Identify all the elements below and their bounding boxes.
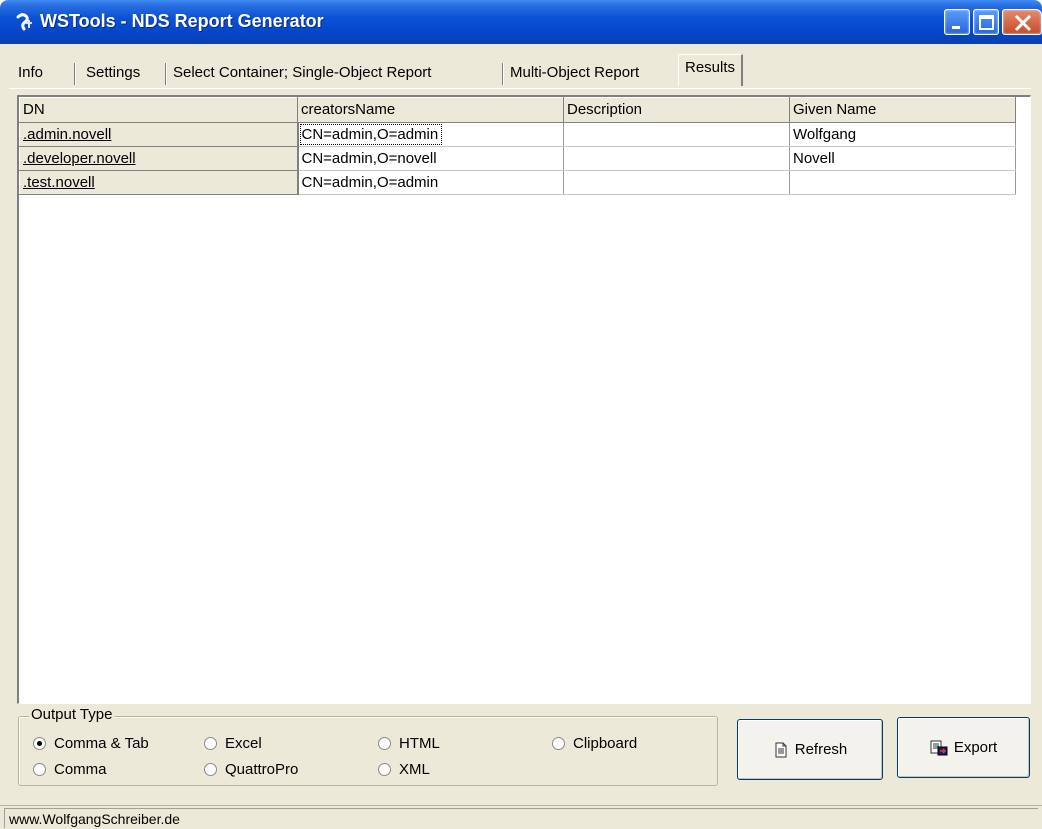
given-name-cell[interactable]: Novell <box>789 146 1016 171</box>
tab-info[interactable]: Info <box>12 58 49 88</box>
output-type-group: Output Type Comma & Tab Excel HTML Clipb… <box>18 706 718 786</box>
radio-comma-label: Comma <box>54 761 107 778</box>
tab-settings[interactable]: Settings <box>80 58 146 88</box>
column-header-given-name[interactable]: Given Name <box>789 97 1016 123</box>
creatorsname-value: CN=admin,O=admin <box>299 123 443 145</box>
radio-comma-tab-label: Comma & Tab <box>54 735 149 752</box>
column-header-dn[interactable]: DN <box>19 97 298 123</box>
export-label: Export <box>953 739 998 756</box>
output-type-label: Output Type <box>29 706 115 723</box>
radio-dot-icon <box>552 736 565 750</box>
radio-comma-tab[interactable]: Comma & Tab <box>33 734 149 754</box>
radio-dot-icon <box>33 762 46 776</box>
tab-select-container[interactable]: Select Container; Single-Object Report <box>167 58 437 88</box>
tab-select-container-label: Select Container; Single-Object Report <box>173 64 432 81</box>
close-button[interactable] <box>1002 9 1042 35</box>
status-bar: www.WolfgangSchreiber.de <box>0 805 1042 829</box>
title-bar[interactable]: WSTools - NDS Report Generator <box>0 0 1042 44</box>
radio-quattropro-label: QuattroPro <box>225 761 299 778</box>
description-cell[interactable] <box>563 122 790 147</box>
minimize-button[interactable] <box>944 9 970 35</box>
refresh-button[interactable]: Refresh <box>737 719 883 780</box>
radio-xml-label: XML <box>399 761 430 778</box>
radio-clipboard[interactable]: Clipboard <box>552 734 637 754</box>
maximize-icon <box>979 15 994 30</box>
radio-xml[interactable]: XML <box>378 760 430 780</box>
radio-dot-icon <box>204 736 217 750</box>
radio-excel[interactable]: Excel <box>204 734 262 754</box>
refresh-icon <box>775 742 787 757</box>
app-icon <box>16 13 32 31</box>
radio-html-label: HTML <box>399 735 440 752</box>
table-row[interactable]: .test.novell CN=admin,O=admin <box>19 170 1016 195</box>
results-table: DN creatorsName Description Given Name .… <box>19 97 1016 195</box>
tab-baseline <box>9 88 1031 89</box>
tab-info-label: Info <box>18 64 44 81</box>
tab-results[interactable]: Results <box>678 54 744 86</box>
radio-excel-label: Excel <box>225 735 262 752</box>
table-row[interactable]: .developer.novell CN=admin,O=novell Nove… <box>19 146 1016 171</box>
radio-dot-icon <box>204 762 217 776</box>
results-grid[interactable]: DN creatorsName Description Given Name .… <box>17 95 1031 704</box>
minimize-icon <box>952 26 960 29</box>
refresh-label: Refresh <box>794 741 848 758</box>
radio-dot-icon <box>33 736 46 750</box>
radio-clipboard-label: Clipboard <box>573 735 638 752</box>
row-dn-cell[interactable]: .admin.novell <box>19 122 299 147</box>
grid-header-row: DN creatorsName Description Given Name <box>19 97 1016 123</box>
radio-quattropro[interactable]: QuattroPro <box>204 760 298 780</box>
radio-dot-icon <box>378 736 391 750</box>
export-button[interactable]: Export <box>897 717 1030 778</box>
tab-multi-object-report[interactable]: Multi-Object Report <box>504 58 645 88</box>
creatorsname-cell[interactable]: CN=admin,O=novell <box>297 146 564 171</box>
given-name-cell[interactable] <box>789 170 1016 195</box>
table-row[interactable]: .admin.novell CN=admin,O=admin Wolfgang <box>19 122 1016 147</box>
given-name-cell[interactable]: Wolfgang <box>789 122 1016 147</box>
creatorsname-cell[interactable]: CN=admin,O=admin <box>297 170 564 195</box>
radio-comma[interactable]: Comma <box>33 760 107 780</box>
status-text: www.WolfgangSchreiber.de <box>4 808 1038 828</box>
tab-strip: Info Settings Select Container; Single-O… <box>0 54 1042 88</box>
row-dn-cell[interactable]: .test.novell <box>19 170 299 195</box>
tab-multi-object-report-label: Multi-Object Report <box>510 64 640 81</box>
row-dn-cell[interactable]: .developer.novell <box>19 146 299 171</box>
window-title: WSTools - NDS Report Generator <box>40 11 324 31</box>
radio-dot-icon <box>378 762 391 776</box>
description-cell[interactable] <box>563 146 790 171</box>
description-cell[interactable] <box>563 170 790 195</box>
tab-separator <box>74 63 76 85</box>
tab-settings-label: Settings <box>86 64 141 81</box>
close-icon <box>1014 14 1032 32</box>
column-header-creatorsname[interactable]: creatorsName <box>297 97 564 123</box>
creatorsname-cell[interactable]: CN=admin,O=admin <box>297 122 564 147</box>
tab-results-label: Results <box>685 59 736 76</box>
radio-html[interactable]: HTML <box>378 734 440 754</box>
export-icon <box>930 740 948 755</box>
column-header-description[interactable]: Description <box>563 97 790 123</box>
maximize-button[interactable] <box>973 9 999 35</box>
